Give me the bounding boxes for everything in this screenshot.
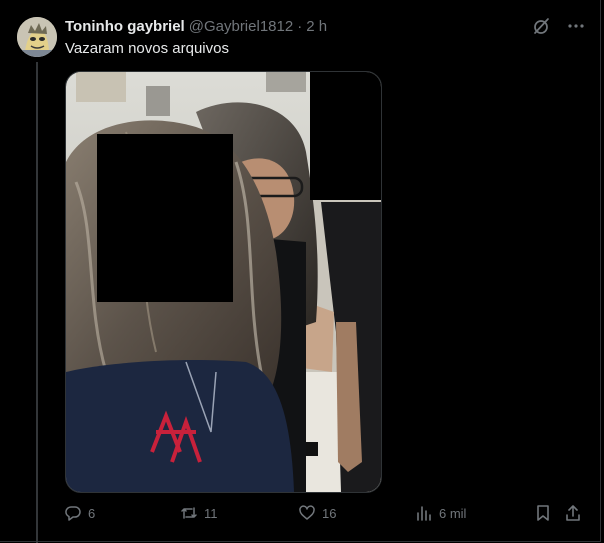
views-icon bbox=[415, 504, 433, 522]
like-button[interactable]: 16 bbox=[298, 502, 336, 524]
reply-count: 6 bbox=[88, 505, 96, 521]
like-count: 16 bbox=[322, 505, 337, 521]
tweet-header: Toninho gaybriel @Gaybriel1812 · 2 h bbox=[65, 18, 327, 38]
tweet-top-actions bbox=[532, 16, 586, 36]
tweet-text: Vazaram novos arquivos bbox=[65, 40, 229, 57]
display-name[interactable]: Toninho gaybriel bbox=[65, 18, 185, 35]
like-icon bbox=[298, 504, 316, 522]
reply-button[interactable]: 6 bbox=[64, 502, 95, 524]
tweet-photo[interactable] bbox=[65, 71, 382, 493]
photo-image bbox=[66, 72, 381, 492]
tweet-actions: 6 11 16 6 mil bbox=[62, 502, 592, 524]
views-button[interactable]: 6 mil bbox=[415, 502, 466, 524]
views-count: 6 mil bbox=[439, 505, 467, 521]
more-icon[interactable] bbox=[566, 16, 586, 36]
avatar[interactable] bbox=[17, 17, 57, 57]
retweet-button[interactable]: 11 bbox=[180, 502, 218, 524]
handle[interactable]: @Gaybriel1812 bbox=[189, 18, 293, 35]
bookmark-button[interactable] bbox=[534, 502, 552, 524]
share-button[interactable] bbox=[564, 502, 582, 524]
tweet-card[interactable]: Toninho gaybriel @Gaybriel1812 · 2 h Vaz… bbox=[0, 0, 601, 543]
retweet-count: 11 bbox=[204, 505, 218, 521]
reply-icon bbox=[64, 504, 82, 522]
thread-line bbox=[36, 62, 38, 543]
bookmark-icon bbox=[534, 504, 552, 522]
timestamp[interactable]: 2 h bbox=[306, 18, 327, 35]
grok-icon[interactable] bbox=[532, 16, 552, 36]
share-icon bbox=[564, 504, 582, 522]
separator-dot: · bbox=[297, 18, 303, 35]
retweet-icon bbox=[180, 504, 198, 522]
